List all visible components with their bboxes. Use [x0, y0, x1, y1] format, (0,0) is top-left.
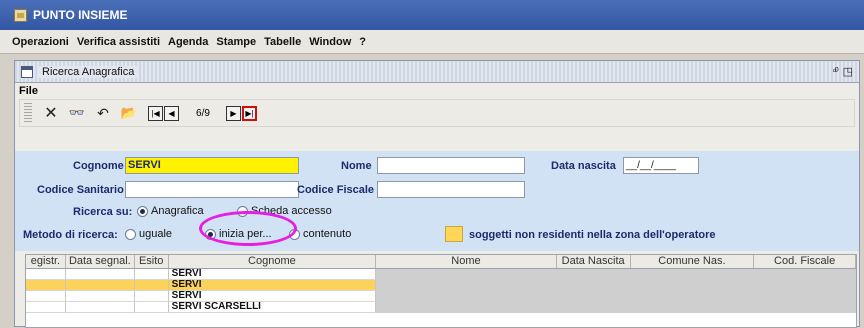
cell-empty-area — [376, 269, 856, 280]
codice-sanitario-field[interactable] — [125, 181, 299, 198]
table-row[interactable]: SERVI SCARSELLI — [26, 302, 856, 313]
data-nascita-field[interactable]: __/__/____ — [623, 157, 699, 174]
title-bar: PUNTO INSIEME — [0, 0, 864, 30]
cognome-label: Cognome — [73, 160, 124, 172]
previous-record-icon[interactable]: ◀ — [164, 105, 179, 121]
cell-registr — [26, 302, 66, 313]
cell-empty-area — [376, 302, 856, 313]
file-menu[interactable]: File — [15, 83, 859, 99]
open-folder-icon[interactable]: 📂 — [118, 102, 140, 124]
cell-data-segnal — [65, 269, 135, 280]
cell-esito — [134, 291, 169, 302]
record-navigator: |◀ ◀ 6/9 ▶ ▶| — [148, 105, 258, 121]
record-pager: 6/9 — [196, 107, 210, 119]
menu-verifica-assistiti[interactable]: Verifica assistiti — [77, 36, 160, 48]
menu-operazioni[interactable]: Operazioni — [12, 36, 69, 48]
radio-selected-icon — [137, 205, 148, 217]
undo-icon[interactable]: ↶ — [92, 102, 114, 124]
metodo-ricerca-label: Metodo di ricerca: — [23, 229, 118, 241]
radio-anagrafica[interactable]: Anagrafica — [137, 205, 204, 217]
menu-stampe[interactable]: Stampe — [216, 36, 256, 48]
cell-esito — [134, 280, 169, 291]
codice-fiscale-label: Codice Fiscale — [297, 184, 375, 196]
column-header-comune-nas[interactable]: Comune Nas. — [631, 255, 755, 268]
frame-title: Ricerca Anagrafica — [39, 65, 138, 78]
cell-empty-area — [376, 280, 856, 291]
frame-icon — [21, 65, 33, 78]
column-header-esito[interactable]: Esito — [135, 255, 169, 268]
column-header-nome[interactable]: Nome — [376, 255, 557, 268]
menu-window[interactable]: Window — [309, 36, 351, 48]
column-header-data-segnal[interactable]: Data segnal. — [66, 255, 135, 268]
codice-fiscale-field[interactable] — [377, 181, 525, 198]
cell-empty-area — [376, 291, 856, 302]
ricerca-anagrafica-frame: Ricerca Anagrafica ▫ͦ ◳ File ✕ 👓 ↶ 📂 |◀ … — [14, 60, 860, 328]
menu-tabelle[interactable]: Tabelle — [264, 36, 301, 48]
data-nascita-label: Data nascita — [551, 160, 616, 172]
radio-anagrafica-label: Anagrafica — [151, 205, 204, 217]
toolbar-grip[interactable] — [24, 103, 32, 123]
window-title: PUNTO INSIEME — [33, 8, 128, 22]
ricerca-su-label: Ricerca su: — [73, 206, 133, 218]
non-resident-legend-swatch — [445, 226, 463, 242]
first-record-icon[interactable]: |◀ — [148, 105, 163, 121]
table-row[interactable]: SERVI — [26, 291, 856, 302]
last-record-icon[interactable]: ▶| — [242, 105, 257, 121]
cell-cognome: SERVI SCARSELLI — [168, 302, 377, 313]
search-form-panel: Cognome SERVI Nome Data nascita __/__/__… — [15, 151, 859, 251]
cell-cognome: SERVI — [168, 280, 377, 291]
column-header-cod-fiscale[interactable]: Cod. Fiscale — [754, 255, 856, 268]
cell-data-segnal — [65, 291, 135, 302]
radio-unselected-icon — [125, 228, 136, 240]
cell-data-segnal — [65, 302, 135, 313]
cell-registr — [26, 269, 66, 280]
delete-icon[interactable]: ✕ — [40, 102, 62, 124]
table-row[interactable]: SERVI — [26, 269, 856, 280]
codice-sanitario-label: Codice Sanitario — [37, 184, 124, 196]
restore-icon[interactable]: ▫ͦ — [833, 65, 837, 78]
maximize-icon[interactable]: ◳ — [843, 65, 853, 78]
nome-field[interactable] — [377, 157, 525, 174]
cell-esito — [134, 302, 169, 313]
menu-bar: Operazioni Verifica assistiti Agenda Sta… — [0, 30, 864, 54]
cell-data-segnal — [65, 280, 135, 291]
nome-label: Nome — [341, 160, 372, 172]
results-table: egistr. Data segnal. Esito Cognome Nome … — [25, 254, 857, 328]
frame-title-bar: Ricerca Anagrafica ▫ͦ ◳ — [15, 61, 859, 83]
column-header-cognome[interactable]: Cognome — [169, 255, 377, 268]
radio-contenuto-label: contenuto — [303, 228, 352, 240]
binoculars-search-icon[interactable]: 👓 — [66, 102, 88, 124]
radio-contenuto[interactable]: contenuto — [289, 228, 351, 240]
radio-uguale-label: uguale — [139, 228, 173, 240]
cell-cognome: SERVI — [168, 269, 377, 280]
cell-registr — [26, 291, 66, 302]
menu-help[interactable]: ? — [359, 36, 366, 48]
cognome-field[interactable]: SERVI — [125, 157, 299, 174]
radio-uguale[interactable]: uguale — [125, 228, 172, 240]
next-record-icon[interactable]: ▶ — [226, 105, 241, 121]
toolbar: ✕ 👓 ↶ 📂 |◀ ◀ 6/9 ▶ ▶| — [19, 99, 855, 127]
app-icon — [14, 8, 27, 22]
highlight-circle-annotation — [199, 211, 297, 246]
cell-esito — [134, 269, 169, 280]
column-header-data-nascita[interactable]: Data Nascita — [557, 255, 631, 268]
table-header: egistr. Data segnal. Esito Cognome Nome … — [26, 255, 856, 269]
cell-cognome: SERVI — [168, 291, 377, 302]
non-resident-legend-text: soggetti non residenti nella zona dell'o… — [469, 229, 716, 241]
table-row[interactable]: SERVI — [26, 280, 856, 291]
cell-registr — [26, 280, 66, 291]
column-header-registr[interactable]: egistr. — [26, 255, 66, 268]
menu-agenda[interactable]: Agenda — [168, 36, 208, 48]
